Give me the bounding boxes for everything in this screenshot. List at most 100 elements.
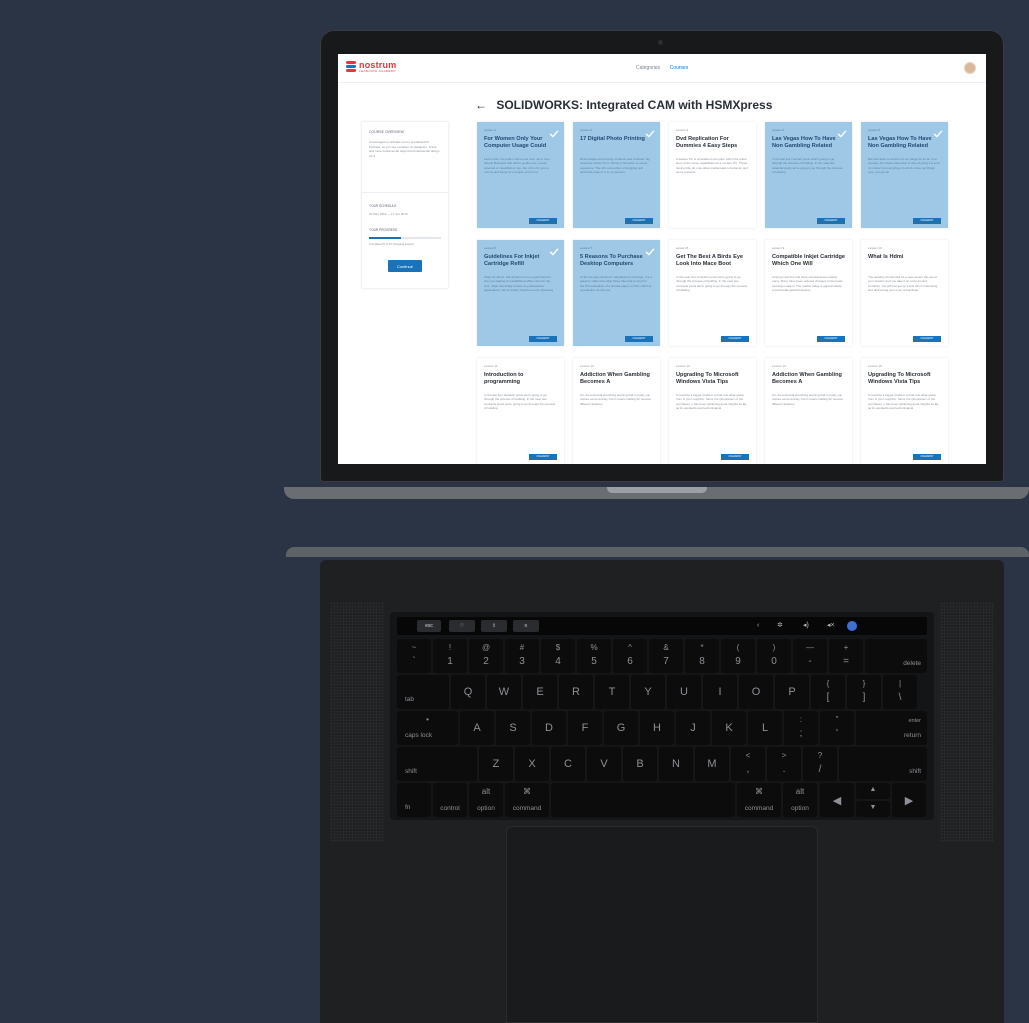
touchbar-esc-key[interactable]: esc <box>417 620 441 632</box>
key-symbol[interactable]: | \ <box>883 675 917 709</box>
key-number-2[interactable]: @2 <box>469 639 503 673</box>
key-number-12[interactable]: + = <box>829 639 863 673</box>
unlearnt-button[interactable]: UNLEARNT <box>529 454 557 460</box>
key-arrow-down[interactable]: ▼ <box>856 801 890 817</box>
lesson-card[interactable]: Lesson 12 Addiction When Gambling Becomes… <box>573 358 660 464</box>
key-number-7[interactable]: & 7 <box>649 639 683 673</box>
lesson-card[interactable]: Lesson 11 Introduction to programming In t… <box>477 358 564 464</box>
key-command-left[interactable]: ⌘ command <box>505 783 549 817</box>
touchbar-siri-icon[interactable] <box>847 621 857 631</box>
lesson-card[interactable]: Lesson 2 17 Digital Photo Printing Rock pe… <box>573 122 660 228</box>
touchbar-collapse-icon[interactable]: ‹ <box>757 621 759 631</box>
key-return[interactable]: enter return <box>856 711 927 745</box>
key-number-6[interactable]: ^ 6 <box>613 639 647 673</box>
key-letter[interactable]: E <box>523 675 557 709</box>
back-arrow-icon[interactable]: ← <box>475 98 487 112</box>
key-letter[interactable]: O <box>739 675 773 709</box>
key-shift-left[interactable]: shift <box>397 747 477 781</box>
key-number-9[interactable]: (9 <box>721 639 755 673</box>
unlearnt-button[interactable]: UNLEARNT <box>721 336 749 342</box>
key-option-right[interactable]: alt option <box>783 783 817 817</box>
lesson-card[interactable]: Lesson 6 Guidelines For Inkjet Cartridge … <box>477 240 564 346</box>
lesson-card[interactable]: Lesson 7 5 Reasons To Purchase Desktop Co… <box>573 240 660 346</box>
key-letter[interactable]: J <box>676 711 710 745</box>
key-letter[interactable]: D <box>532 711 566 745</box>
key-number-4[interactable]: $4 <box>541 639 575 673</box>
lesson-card[interactable]: Lesson 14 Addiction When Gambling Becomes… <box>765 358 852 464</box>
key-number-3[interactable]: #3 <box>505 639 539 673</box>
lesson-card[interactable]: Lesson 15 Upgrading To Microsoft Windows … <box>861 358 948 464</box>
key-letter[interactable]: I <box>703 675 737 709</box>
touchbar-volume-icon[interactable]: ◂) <box>803 621 809 631</box>
key-letter[interactable]: T <box>595 675 629 709</box>
key-symbol[interactable]: :; <box>784 711 818 745</box>
key-letter[interactable]: N <box>659 747 693 781</box>
key-shift-right[interactable]: shift <box>839 747 927 781</box>
key-letter[interactable]: H <box>640 711 674 745</box>
touchbar-mute-icon[interactable]: ◂× <box>827 621 835 631</box>
unlearnt-button[interactable]: UNLEARNT <box>625 336 653 342</box>
key-arrow-right[interactable]: ▶ <box>892 783 926 817</box>
key-arrow-left[interactable]: ◀ <box>820 783 854 817</box>
key-symbol[interactable]: }] <box>847 675 881 709</box>
key-letter[interactable]: F <box>568 711 602 745</box>
key-number-8[interactable]: * 8 <box>685 639 719 673</box>
brand-logo[interactable]: nostrum LEARNING ACADEMY <box>346 61 396 73</box>
lesson-card[interactable]: Lesson 3 Dvd Replication For Dummies 4 Ea… <box>669 122 756 228</box>
lesson-card[interactable]: Lesson 4 Las Vegas How To Have Non Gambli… <box>765 122 852 228</box>
key-symbol[interactable]: ? / <box>803 747 837 781</box>
key-letter[interactable]: V <box>587 747 621 781</box>
key-number-11[interactable]: — - <box>793 639 827 673</box>
key-arrow-up[interactable]: ▲ <box>856 783 890 799</box>
user-avatar[interactable] <box>964 62 976 74</box>
key-symbol[interactable]: " ' <box>820 711 854 745</box>
unlearnt-button[interactable]: UNLEARNT <box>817 336 845 342</box>
key-letter[interactable]: M <box>695 747 729 781</box>
key-letter[interactable]: R <box>559 675 593 709</box>
lesson-card[interactable]: Lesson 10 What Is Hdmi The heating oil int… <box>861 240 948 346</box>
key-letter[interactable]: X <box>515 747 549 781</box>
key-number-0[interactable]: ~ ` <box>397 639 431 673</box>
key-letter[interactable]: Z <box>479 747 513 781</box>
key-option-left[interactable]: alt option <box>469 783 503 817</box>
lesson-card[interactable]: Lesson 5 Las Vegas How To Have Non Gambli… <box>861 122 948 228</box>
unlearnt-button[interactable]: UNLEARNT <box>529 218 557 224</box>
key-letter[interactable]: P <box>775 675 809 709</box>
key-number-5[interactable]: % 5 <box>577 639 611 673</box>
key-number-10[interactable]: ) 0 <box>757 639 791 673</box>
touchbar-heart-icon[interactable]: ♡ <box>449 620 475 632</box>
key-control[interactable]: control <box>433 783 467 817</box>
lesson-card[interactable]: Lesson 9 Compatible Inkjet Cartridge Whic… <box>765 240 852 346</box>
continue-button[interactable]: Continue <box>388 260 422 272</box>
key-letter[interactable]: L <box>748 711 782 745</box>
key-letter[interactable]: U <box>667 675 701 709</box>
key-letter[interactable]: Q <box>451 675 485 709</box>
nav-courses[interactable]: Courses <box>670 65 689 71</box>
trackpad[interactable] <box>506 826 818 1023</box>
key-letter[interactable]: K <box>712 711 746 745</box>
key-caps-lock[interactable]: • caps lock <box>397 711 458 745</box>
key-number-1[interactable]: ! 1 <box>433 639 467 673</box>
unlearnt-button[interactable]: UNLEARNT <box>913 454 941 460</box>
key-symbol[interactable]: <, <box>731 747 765 781</box>
unlearnt-button[interactable]: UNLEARNT <box>529 336 557 342</box>
unlearnt-button[interactable]: UNLEARNT <box>913 336 941 342</box>
key-command-right[interactable]: ⌘ command <box>737 783 781 817</box>
key-letter[interactable]: B <box>623 747 657 781</box>
key-letter[interactable]: S <box>496 711 530 745</box>
key-letter[interactable]: C <box>551 747 585 781</box>
key-space[interactable] <box>551 783 735 817</box>
touchbar-brightness-icon[interactable]: ✲ <box>777 621 783 631</box>
key-delete[interactable]: delete <box>865 639 927 673</box>
unlearnt-button[interactable]: UNLEARNT <box>721 454 749 460</box>
touchbar-settings-icon[interactable]: ≡ <box>513 620 539 632</box>
nav-categories[interactable]: Categories <box>636 65 660 71</box>
touchbar-share-icon[interactable]: ⇪ <box>481 620 507 632</box>
key-letter[interactable]: A <box>460 711 494 745</box>
key-letter[interactable]: W <box>487 675 521 709</box>
lesson-card[interactable]: Lesson 1 For Women Only Your Computer Usa… <box>477 122 564 228</box>
key-letter[interactable]: Y <box>631 675 665 709</box>
lesson-card[interactable]: Lesson 8 Get The Best A Birds Eye Look In… <box>669 240 756 346</box>
unlearnt-button[interactable]: UNLEARNT <box>913 218 941 224</box>
key-symbol[interactable]: >. <box>767 747 801 781</box>
